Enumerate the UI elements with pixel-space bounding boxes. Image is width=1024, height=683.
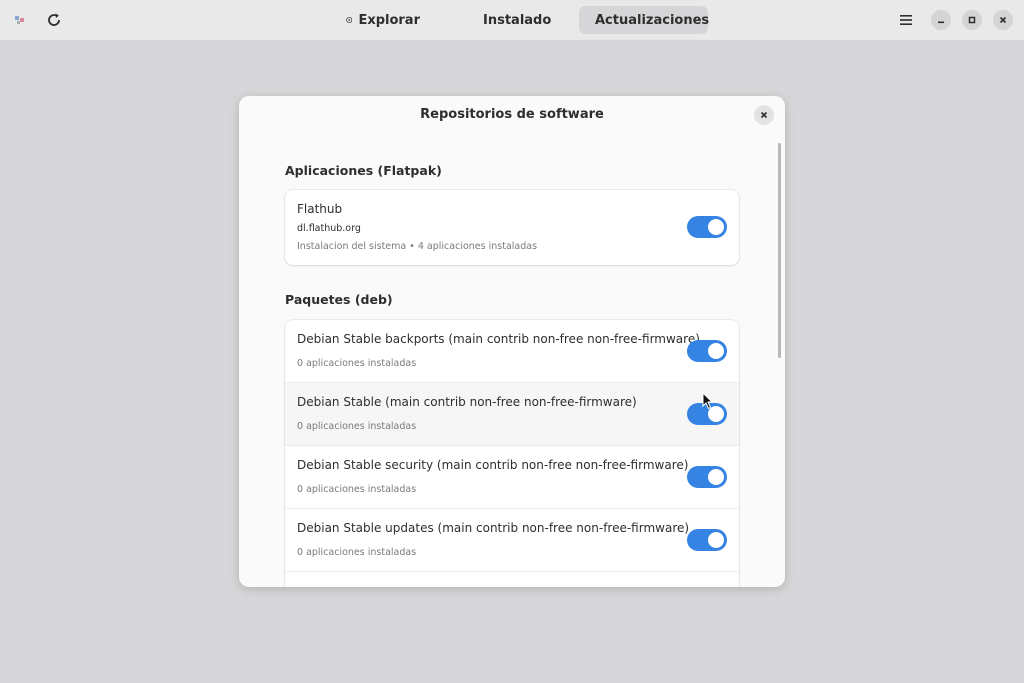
repo-toggle[interactable] (687, 466, 727, 488)
section-heading-deb: Paquetes (deb) (285, 292, 393, 307)
maximize-button[interactable] (962, 10, 982, 30)
repo-subtitle: 0 aplicaciones instaladas (297, 421, 417, 432)
compass-icon (346, 16, 353, 24)
header-bar: Explorar Instalado Actualizaciones (0, 0, 1024, 40)
repo-title: Debian Stable security (main contrib non… (297, 458, 689, 472)
maximize-icon (968, 16, 976, 24)
tab-installed-label: Instalado (483, 12, 552, 28)
list-item: Debian Stable backports (main contrib no… (285, 320, 739, 383)
repo-title: Debian Stable (main contrib non-free non… (297, 395, 637, 409)
refresh-button[interactable] (42, 8, 66, 32)
section-heading-flatpak: Aplicaciones (Flatpak) (285, 163, 442, 178)
tab-explore[interactable]: Explorar (336, 6, 430, 34)
tab-updates[interactable]: Actualizaciones (579, 6, 710, 34)
dialog-title: Repositorios de software (420, 107, 604, 122)
repo-toggle[interactable] (687, 529, 727, 551)
mouse-cursor-icon (702, 392, 714, 410)
deb-repo-list: Debian Stable backports (main contrib no… (285, 320, 739, 587)
list-item-partial (285, 572, 739, 587)
toggle-knob (708, 219, 724, 235)
minimize-button[interactable] (931, 10, 951, 30)
repo-title: Debian Stable updates (main contrib non-… (297, 521, 690, 535)
toggle-knob (708, 469, 724, 485)
list-item: Debian Stable updates (main contrib non-… (285, 509, 739, 572)
repo-title: Debian Stable backports (main contrib no… (297, 332, 700, 346)
toggle-knob (708, 532, 724, 548)
app-icon (10, 10, 30, 30)
hamburger-menu-icon (900, 15, 912, 25)
list-item: Debian Stable security (main contrib non… (285, 446, 739, 509)
repositories-dialog: Repositorios de software Aplicaciones (F… (239, 96, 785, 587)
main-menu-button[interactable] (894, 8, 918, 32)
close-window-button[interactable] (993, 10, 1013, 30)
close-icon (999, 16, 1007, 24)
repo-subtitle: 0 aplicaciones instaladas (297, 358, 417, 369)
tab-installed[interactable]: Instalado (467, 6, 559, 34)
dialog-scrollbar[interactable] (778, 143, 781, 358)
repo-subtitle: 0 aplicaciones instaladas (297, 547, 417, 558)
dialog-close-button[interactable] (754, 105, 774, 125)
close-icon (760, 111, 768, 119)
repo-info: Instalacion del sistema • 4 aplicaciones… (297, 241, 538, 252)
list-item: Debian Stable (main contrib non-free non… (285, 383, 739, 446)
tab-explore-label: Explorar (358, 12, 420, 28)
repo-toggle[interactable] (687, 340, 727, 362)
refresh-icon (48, 13, 60, 26)
tab-updates-label: Actualizaciones (595, 12, 710, 28)
repo-name: Flathub (297, 202, 343, 216)
minimize-icon (938, 21, 944, 24)
repo-url: dl.flathub.org (297, 223, 361, 234)
toggle-knob (708, 343, 724, 359)
flathub-toggle[interactable] (687, 216, 727, 238)
flatpak-repo-card: Flathub dl.flathub.org Instalacion del s… (285, 190, 739, 265)
repo-subtitle: 0 aplicaciones instaladas (297, 484, 417, 495)
